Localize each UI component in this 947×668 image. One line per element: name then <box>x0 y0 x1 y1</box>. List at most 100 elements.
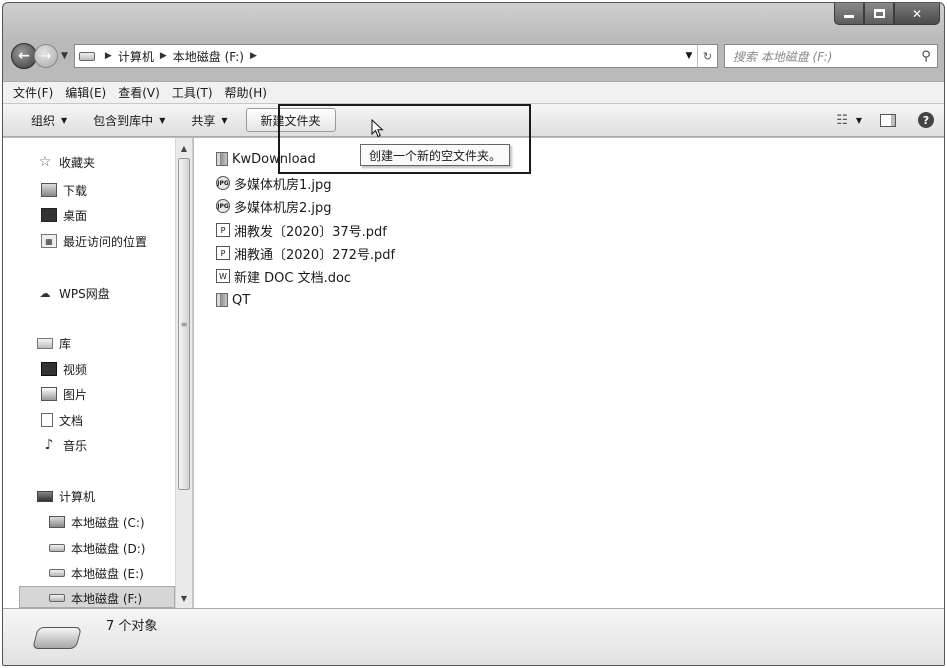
address-dropdown[interactable]: ▼ <box>681 51 697 61</box>
list-item[interactable]: JPG 多媒体机房1.jpg <box>216 172 332 194</box>
nav-desktop[interactable]: 桌面 <box>41 205 87 225</box>
file-name: 新建 DOC 文档.doc <box>234 270 352 286</box>
share-button[interactable]: 共享 ▼ <box>191 112 227 129</box>
nav-label: 本地磁盘 (D:) <box>71 541 146 556</box>
view-options-dropdown[interactable]: ▼ <box>856 116 862 125</box>
details-pane: 7 个对象 <box>3 608 944 665</box>
star-icon: ☆ <box>38 154 52 170</box>
scrollbar-thumb[interactable]: ≡ <box>178 158 190 490</box>
jpg-icon: JPG <box>216 176 230 190</box>
menu-view[interactable]: 查看(V) <box>118 84 160 101</box>
chevron-right-icon[interactable]: ▶ <box>250 51 257 61</box>
forward-button[interactable]: → <box>34 44 58 68</box>
organize-button[interactable]: 组织 ▼ <box>31 112 67 129</box>
help-button[interactable]: ? <box>918 112 934 128</box>
search-icon[interactable]: ⚲ <box>915 49 937 64</box>
breadcrumb-computer[interactable]: 计算机 <box>118 48 154 65</box>
nav-videos[interactable]: 视频 <box>41 359 87 379</box>
nav-libraries[interactable]: 库 <box>37 333 71 353</box>
pdf-icon: P <box>216 223 230 237</box>
close-button[interactable]: ✕ <box>894 3 940 25</box>
maximize-icon <box>873 9 885 18</box>
recent-pages-dropdown[interactable]: ▼ <box>61 51 68 61</box>
refresh-button[interactable]: ↻ <box>696 45 717 67</box>
navigation-pane: ☆ 收藏夹 下载 桌面 ▦ 最近访问的位置 ☁ WPS网盘 库 视频 图片 文档 ♪ 音… <box>3 138 193 608</box>
nav-drive-e[interactable]: 本地磁盘 (E:) <box>49 563 144 583</box>
nav-wps[interactable]: ☁ WPS网盘 <box>37 283 110 303</box>
recent-places-icon: ▦ <box>41 234 57 248</box>
scroll-down-icon[interactable]: ▼ <box>176 590 192 606</box>
new-folder-button[interactable]: 新建文件夹 <box>245 108 336 132</box>
file-name: KwDownload <box>232 151 316 167</box>
navigation-scrollbar[interactable]: ▲ ≡ ▼ <box>175 138 192 608</box>
drive-icon <box>49 544 65 552</box>
nav-label: 最近访问的位置 <box>63 234 148 249</box>
minimize-icon <box>844 15 854 18</box>
nav-drive-c[interactable]: 本地磁盘 (C:) <box>49 512 145 532</box>
new-folder-tooltip: 创建一个新的空文件夹。 <box>360 144 511 166</box>
nav-music[interactable]: ♪ 音乐 <box>41 435 87 455</box>
library-icon <box>37 337 53 349</box>
folder-icon <box>216 152 228 166</box>
nav-label: 图片 <box>63 387 88 402</box>
change-view-button[interactable]: ☷ <box>836 113 848 128</box>
list-item[interactable]: P 湘教发〔2020〕37号.pdf <box>216 219 387 241</box>
menu-help[interactable]: 帮助(H) <box>225 84 267 101</box>
forward-arrow-icon: → <box>40 48 52 64</box>
back-arrow-icon: ← <box>18 48 30 64</box>
menu-edit[interactable]: 编辑(E) <box>65 84 106 101</box>
list-item[interactable]: KwDownload <box>216 148 316 170</box>
address-row: ← → ▼ ▶ 计算机 ▶ 本地磁盘 (F:) ▶ ▼ ↻ 搜索 本地磁盘 (F… <box>11 41 938 71</box>
file-name: QT <box>232 292 251 308</box>
new-folder-label: 新建文件夹 <box>260 113 321 128</box>
chevron-right-icon[interactable]: ▶ <box>160 51 167 61</box>
menu-tools[interactable]: 工具(T) <box>172 84 213 101</box>
nav-label: 音乐 <box>63 438 88 453</box>
drive-icon <box>32 627 82 649</box>
maximize-button[interactable] <box>864 3 894 25</box>
nav-recent[interactable]: ▦ 最近访问的位置 <box>41 231 147 251</box>
desktop-icon <box>41 208 57 222</box>
menu-file[interactable]: 文件(F) <box>13 84 53 101</box>
nav-drive-d[interactable]: 本地磁盘 (D:) <box>49 538 145 558</box>
close-icon: ✕ <box>911 6 923 21</box>
organize-label: 组织 <box>31 113 56 128</box>
command-bar: 组织 ▼ 包含到库中 ▼ 共享 ▼ 新建文件夹 ☷ ▼ ? <box>3 103 944 137</box>
preview-pane-button[interactable] <box>880 113 896 127</box>
nav-downloads[interactable]: 下载 <box>41 180 87 200</box>
address-bar[interactable]: ▶ 计算机 ▶ 本地磁盘 (F:) ▶ ▼ ↻ <box>73 44 718 68</box>
file-name: 多媒体机房1.jpg <box>234 177 332 193</box>
nav-label: 库 <box>59 336 72 351</box>
list-item[interactable]: JPG 多媒体机房2.jpg <box>216 195 332 217</box>
nav-label: 本地磁盘 (C:) <box>71 515 145 530</box>
nav-pictures[interactable]: 图片 <box>41 384 87 404</box>
breadcrumb-drive-f[interactable]: 本地磁盘 (F:) <box>173 48 244 65</box>
pdf-icon: P <box>216 246 230 260</box>
chevron-right-icon[interactable]: ▶ <box>105 51 112 61</box>
cloud-icon: ☁ <box>39 286 51 300</box>
system-drive-icon <box>49 516 65 528</box>
list-item[interactable]: P 湘教通〔2020〕272号.pdf <box>216 242 395 264</box>
nav-favorites[interactable]: ☆ 收藏夹 <box>37 152 95 172</box>
computer-icon <box>37 490 53 502</box>
explorer-window: ✕ ← → ▼ ▶ 计算机 ▶ 本地磁盘 (F:) ▶ ▼ ↻ 搜索 本地磁盘 … <box>2 2 945 666</box>
nav-label: 文档 <box>59 413 84 428</box>
nav-drive-f[interactable]: 本地磁盘 (F:) <box>49 588 142 608</box>
nav-label: 收藏夹 <box>59 155 96 170</box>
include-library-button[interactable]: 包含到库中 ▼ <box>93 112 165 129</box>
tooltip-text: 创建一个新的空文件夹。 <box>369 148 502 163</box>
nav-label: 下载 <box>63 183 88 198</box>
share-label: 共享 <box>191 113 216 128</box>
drive-icon <box>49 569 65 577</box>
nav-documents[interactable]: 文档 <box>41 410 83 430</box>
search-placeholder: 搜索 本地磁盘 (F:) <box>732 49 833 64</box>
search-input[interactable]: 搜索 本地磁盘 (F:) ⚲ <box>723 44 938 68</box>
drive-icon <box>49 594 65 602</box>
mouse-pointer-icon <box>371 119 384 138</box>
list-item[interactable]: W 新建 DOC 文档.doc <box>216 265 351 287</box>
minimize-button[interactable] <box>834 3 864 25</box>
nav-computer[interactable]: 计算机 <box>37 486 95 506</box>
menu-bar: 文件(F) 编辑(E) 查看(V) 工具(T) 帮助(H) <box>3 81 944 103</box>
scroll-up-icon[interactable]: ▲ <box>176 140 192 156</box>
list-item[interactable]: QT <box>216 289 250 311</box>
